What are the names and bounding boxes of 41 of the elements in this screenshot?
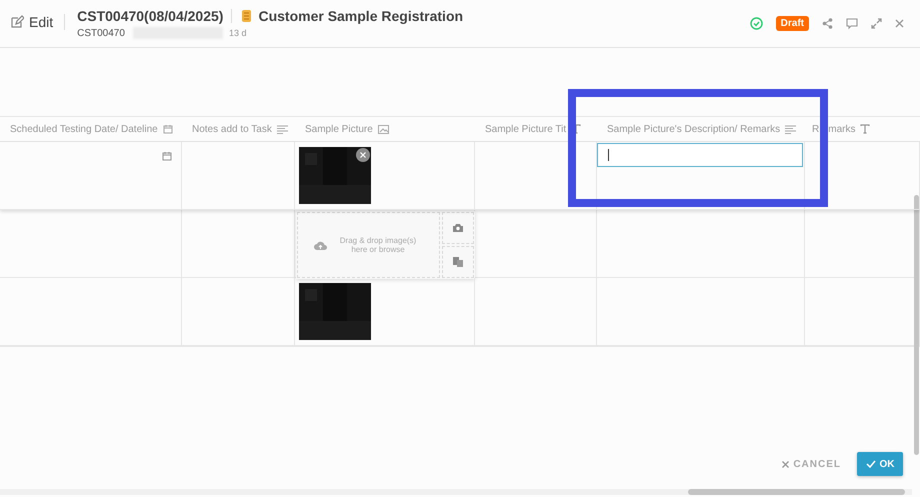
scrollbar-thumb[interactable] — [914, 195, 919, 455]
calendar-icon — [162, 124, 173, 134]
text-icon — [860, 124, 870, 134]
drop-zone[interactable]: Drag & drop image(s) here or browse — [297, 212, 440, 278]
share-icon[interactable] — [822, 18, 833, 29]
close-icon[interactable] — [895, 19, 904, 28]
column-header: R — [812, 124, 820, 134]
column-header: marks — [828, 124, 856, 134]
comment-icon[interactable] — [846, 18, 858, 30]
close-icon — [782, 460, 790, 468]
lines-icon — [785, 124, 796, 134]
column-header: Notes add to Task — [192, 124, 272, 134]
status-badge: Draft — [776, 16, 809, 31]
description-input[interactable] — [597, 143, 803, 167]
column-header: Sample Picture Tit — [485, 124, 566, 134]
check-icon — [866, 460, 876, 468]
edit-icon — [10, 15, 24, 29]
record-id: CST00470 — [77, 28, 125, 38]
form-name: Customer Sample Registration — [258, 8, 464, 24]
camera-icon — [453, 224, 463, 232]
ok-button[interactable]: OK — [857, 452, 903, 476]
scroll-icon — [240, 9, 254, 23]
copy-icon — [453, 257, 463, 267]
drop-zone-text: Drag & drop image(s) here or browse — [338, 236, 418, 254]
column-header: Sample Picture — [305, 124, 373, 134]
expand-icon[interactable] — [871, 18, 882, 29]
column-header: Scheduled Testing Date/ Dateline — [10, 124, 158, 134]
camera-button[interactable] — [442, 212, 474, 244]
close-icon — [360, 152, 366, 158]
copy-button[interactable] — [442, 246, 474, 278]
image-icon — [378, 124, 389, 134]
lines-icon — [276, 124, 288, 134]
calendar-icon[interactable] — [162, 151, 172, 161]
cloud-upload-icon — [314, 240, 327, 250]
mode-label: Edit — [29, 14, 54, 30]
column-header: Sample Picture's Description/ Remarks — [607, 124, 780, 134]
record-age: 13 d — [228, 28, 246, 38]
scrollbar-thumb[interactable] — [688, 489, 905, 495]
cancel-button[interactable]: CANCEL — [776, 458, 847, 470]
record-title: CST00470(08/04/2025) — [77, 8, 224, 24]
check-circle-icon — [750, 17, 763, 30]
